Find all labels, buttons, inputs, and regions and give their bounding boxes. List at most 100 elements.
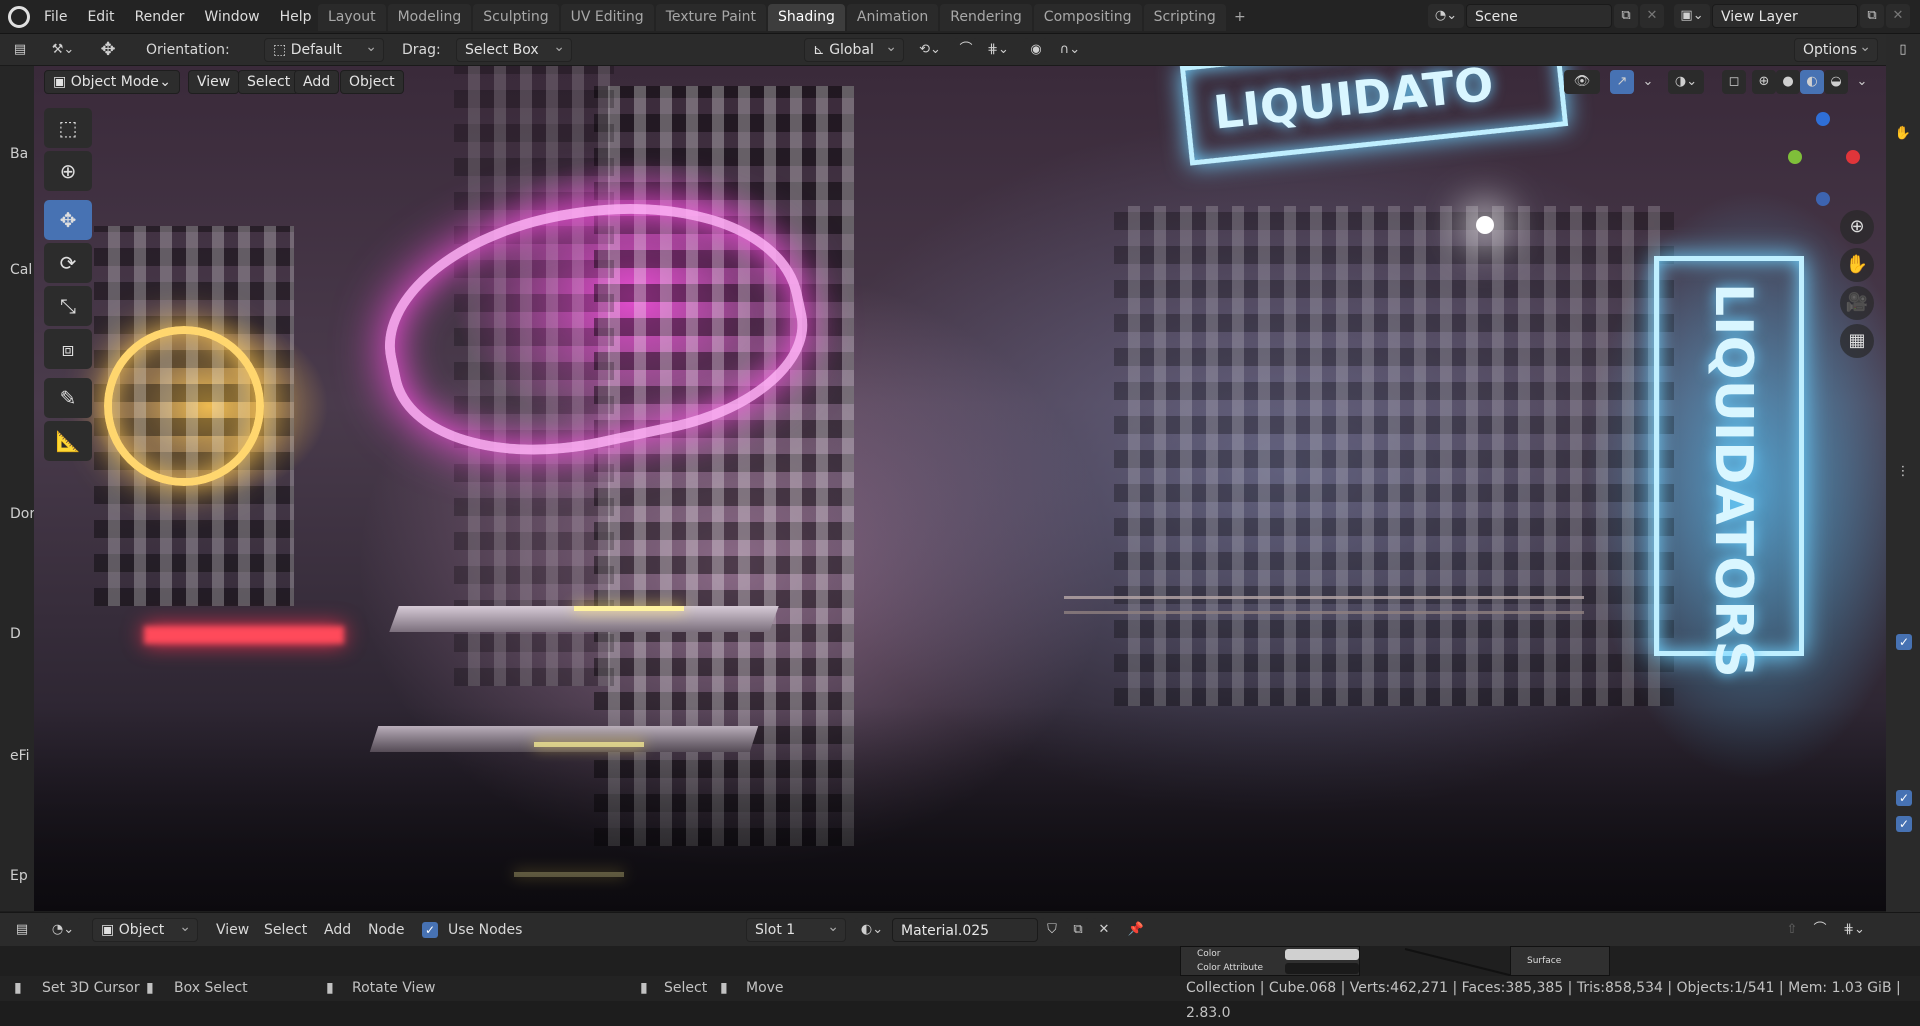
orientation-dropdown[interactable]: ⬚ Default — [264, 36, 384, 62]
gizmo-neg-z-axis[interactable] — [1816, 192, 1830, 206]
status-hint-rotate-view: Rotate View — [352, 980, 436, 996]
snap-magnet-icon[interactable]: ⌒ — [954, 38, 978, 62]
snap-node-icon[interactable]: ⌒ — [1808, 918, 1832, 942]
pin-icon[interactable]: 📌 — [1124, 918, 1148, 942]
node-menu-view[interactable]: View — [216, 913, 249, 947]
unlink-material-icon[interactable]: ✕ — [1092, 918, 1116, 942]
delete-scene-icon[interactable]: ✕ — [1640, 4, 1664, 28]
measure-tool-icon[interactable]: 📐 — [44, 421, 92, 461]
parent-node-tree-icon[interactable]: ⇧ — [1780, 918, 1804, 942]
pan-hand-icon[interactable]: ✋ — [1840, 248, 1874, 282]
transform-orientation-dropdown[interactable]: ⊾ Global — [804, 36, 904, 62]
editor-type-icon[interactable]: ▤ — [8, 38, 32, 62]
tab-scripting[interactable]: Scripting — [1143, 4, 1226, 31]
viewport-menu-add[interactable]: Add — [294, 70, 340, 94]
solid-shading-icon[interactable]: ● — [1776, 70, 1800, 94]
color-node[interactable]: Color Color Attribute — [1180, 946, 1360, 976]
properties-toggle-icon[interactable]: ▯ — [1891, 38, 1915, 62]
slot-dropdown[interactable]: Slot 1 — [746, 916, 846, 942]
sidebar-tab-icon[interactable]: ⋮ — [1891, 460, 1915, 484]
view-layer-browse-icon[interactable]: ▣⌄ — [1674, 4, 1710, 28]
tab-animation[interactable]: Animation — [846, 4, 939, 31]
rotate-tool-icon[interactable]: ⟳ — [44, 243, 92, 283]
blender-logo-icon[interactable] — [8, 6, 30, 28]
viewport-menu-object[interactable]: Object — [340, 70, 404, 94]
options-dropdown[interactable]: Options — [1794, 36, 1878, 62]
fake-user-shield-icon[interactable]: ⛉ — [1040, 918, 1064, 942]
new-view-layer-icon[interactable]: ⧉ — [1860, 4, 1884, 28]
annotate-tool-icon[interactable]: ✎ — [44, 378, 92, 418]
menu-help[interactable]: Help — [270, 0, 322, 34]
color-socket-label: Color — [1197, 949, 1221, 959]
transform-tool-icon[interactable]: ⧈ — [44, 329, 92, 369]
move-tool-icon[interactable]: ✥ — [44, 200, 92, 240]
drag-dropdown[interactable]: Select Box — [456, 36, 572, 62]
gizmo-x-axis[interactable] — [1846, 150, 1860, 164]
menu-file[interactable]: File — [34, 0, 77, 34]
snap-grid-icon[interactable]: ⋕⌄ — [1836, 918, 1872, 942]
xray-icon[interactable]: ◻ — [1722, 70, 1746, 94]
view-layer-field[interactable]: View Layer — [1712, 4, 1858, 28]
falloff-curve-icon[interactable]: ∩⌄ — [1052, 38, 1088, 62]
tab-layout[interactable]: Layout — [318, 4, 386, 31]
object-mode-dropdown[interactable]: ▣ Object Mode ⌄ — [44, 70, 180, 94]
tab-uv-editing[interactable]: UV Editing — [560, 4, 654, 31]
output-node[interactable]: Surface — [1510, 946, 1610, 976]
perspective-grid-icon[interactable]: ▦ — [1840, 324, 1874, 358]
gizmo-toggle-icon[interactable]: ↗ — [1610, 70, 1634, 94]
rendered-shading-icon[interactable]: ◒ — [1824, 70, 1848, 94]
gizmo-z-axis[interactable] — [1816, 112, 1830, 126]
node-menu-node[interactable]: Node — [368, 913, 405, 947]
menu-window[interactable]: Window — [194, 0, 269, 34]
color-attribute-field[interactable] — [1285, 963, 1359, 974]
snap-target-icon[interactable]: ⋕⌄ — [980, 38, 1016, 62]
new-scene-icon[interactable]: ⧉ — [1614, 4, 1638, 28]
tab-modeling[interactable]: Modeling — [387, 4, 472, 31]
tab-compositing[interactable]: Compositing — [1033, 4, 1142, 31]
tab-texture-paint[interactable]: Texture Paint — [655, 4, 767, 31]
tab-rendering[interactable]: Rendering — [940, 4, 1032, 31]
viewport-menu-view[interactable]: View — [188, 70, 240, 94]
menu-edit[interactable]: Edit — [77, 0, 124, 34]
material-name-field[interactable]: Material.025 — [892, 918, 1038, 942]
editor-type-icon[interactable]: ▤ — [10, 918, 34, 942]
gizmo-y-axis[interactable] — [1788, 150, 1802, 164]
delete-view-layer-icon[interactable]: ✕ — [1886, 4, 1910, 28]
duplicate-material-icon[interactable]: ⧉ — [1066, 918, 1090, 942]
pivot-point-icon[interactable]: ⟲⌄ — [912, 38, 948, 62]
visibility-eye-icon[interactable]: 👁 — [1564, 70, 1600, 94]
add-workspace-button[interactable]: + — [1228, 4, 1252, 31]
overlays-icon[interactable]: ◑⌄ — [1668, 70, 1704, 94]
use-nodes-checkbox[interactable]: ✓ — [422, 922, 438, 938]
gizmo-dropdown-icon[interactable]: ⌄ — [1636, 70, 1660, 94]
material-shading-icon[interactable]: ◐ — [1800, 70, 1824, 94]
move-arrows-icon[interactable]: ✥ — [96, 38, 120, 62]
tab-shading[interactable]: Shading — [768, 4, 845, 31]
checkbox-icon[interactable]: ✓ — [1896, 816, 1912, 832]
viewport-menu-select[interactable]: Select — [238, 70, 300, 94]
checkbox-icon[interactable]: ✓ — [1896, 634, 1912, 650]
node-menu-select[interactable]: Select — [264, 913, 307, 947]
menu-render[interactable]: Render — [125, 0, 195, 34]
proportional-edit-icon[interactable]: ◉ — [1024, 38, 1048, 62]
wireframe-shading-icon[interactable]: ⊕ — [1752, 70, 1776, 94]
scene-browse-icon[interactable]: ◔⌄ — [1428, 4, 1464, 28]
transform-tool-icon[interactable]: ⚒⌄ — [44, 38, 82, 62]
checkbox-icon[interactable]: ✓ — [1896, 790, 1912, 806]
3d-viewport[interactable]: LIQUIDATO LIQUIDATORS — [34, 66, 1886, 911]
material-browse-icon[interactable]: ◐⌄ — [854, 918, 890, 942]
node-editor-canvas[interactable]: Color Color Attribute Surface — [0, 946, 1920, 982]
camera-view-icon[interactable]: 🎥 — [1840, 286, 1874, 320]
shading-options-icon[interactable]: ⌄ — [1850, 70, 1874, 94]
tab-sculpting[interactable]: Sculpting — [473, 4, 559, 31]
scene-name-field[interactable]: Scene — [1466, 4, 1612, 28]
shader-type-icon[interactable]: ◔⌄ — [44, 918, 82, 942]
node-menu-add[interactable]: Add — [324, 913, 351, 947]
sidebar-hand-icon[interactable]: ✋ — [1891, 122, 1915, 146]
object-shader-dropdown[interactable]: ▣ Object — [92, 916, 198, 942]
scale-tool-icon[interactable]: ⤡ — [44, 286, 92, 326]
zoom-icon[interactable]: ⊕ — [1840, 210, 1874, 244]
color-swatch[interactable] — [1285, 949, 1359, 960]
cursor-tool-icon[interactable]: ⊕ — [44, 151, 92, 191]
select-box-tool-icon[interactable]: ⬚ — [44, 108, 92, 148]
